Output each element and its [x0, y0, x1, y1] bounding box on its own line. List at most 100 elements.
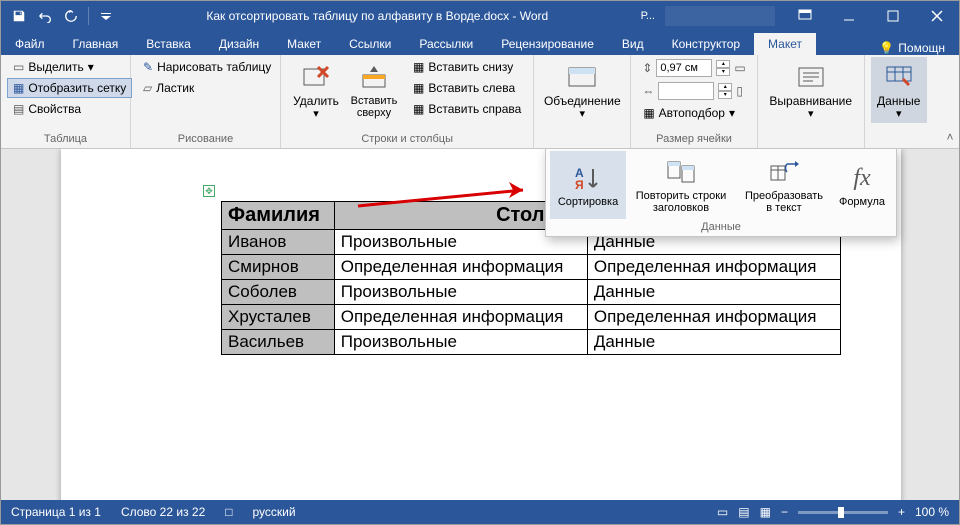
col-width-input[interactable] [658, 82, 714, 100]
qat-customize-icon[interactable] [94, 4, 118, 28]
sort-button[interactable]: АЯ Сортировка [550, 151, 626, 219]
status-spellcheck-icon[interactable]: □ [225, 505, 232, 519]
sort-icon: АЯ [572, 162, 604, 194]
tab-review[interactable]: Рецензирование [487, 33, 608, 55]
status-page[interactable]: Страница 1 из 1 [11, 505, 101, 519]
repeat-rows-icon [665, 156, 697, 188]
distribute-rows-icon[interactable]: ▭ [734, 61, 745, 75]
draw-table-button[interactable]: ✎Нарисовать таблицу [137, 57, 277, 77]
align-icon [795, 61, 827, 93]
status-language[interactable]: русский [253, 505, 296, 519]
table-cell[interactable]: Определенная информация [334, 305, 587, 330]
table-cell[interactable]: Определенная информация [334, 255, 587, 280]
tab-insert[interactable]: Вставка [132, 33, 205, 55]
view-gridlines-button[interactable]: ▦Отобразить сетку [7, 78, 132, 98]
repeat-header-rows-button[interactable]: Повторить строки заголовков [626, 151, 736, 219]
svg-text:Я: Я [575, 178, 584, 191]
group-rows-cols: Строки и столбцы [287, 131, 527, 148]
data-dropdown: АЯ Сортировка Повторить строки заголовко… [545, 149, 897, 237]
table-cell[interactable]: Произвольные [334, 280, 587, 305]
table-cell[interactable]: Определенная информация [587, 255, 840, 280]
group-align [764, 143, 858, 148]
tab-references[interactable]: Ссылки [335, 33, 405, 55]
user-account[interactable] [665, 6, 775, 26]
ribbon-options-icon[interactable] [783, 1, 827, 31]
insert-below-button[interactable]: ▦Вставить снизу [407, 57, 527, 77]
close-icon[interactable] [915, 1, 959, 31]
tab-design[interactable]: Дизайн [205, 33, 273, 55]
height-icon: ⇕ [642, 61, 652, 75]
view-web-icon[interactable]: ▦ [760, 505, 771, 519]
document-title: Как отсортировать таблицу по алфавиту в … [124, 9, 631, 23]
table-cell[interactable]: Смирнов [222, 255, 335, 280]
formula-icon: fx [846, 162, 878, 194]
table-move-handle[interactable]: ✥ [203, 185, 215, 197]
lightbulb-icon: 💡 [879, 41, 894, 55]
table-cell[interactable]: Васильев [222, 330, 335, 355]
redo-icon[interactable] [59, 4, 83, 28]
tab-home[interactable]: Главная [59, 33, 133, 55]
insert-right-button[interactable]: ▦Вставить справа [407, 99, 527, 119]
insert-above-button[interactable]: Вставить сверху [345, 57, 403, 123]
delete-button[interactable]: Удалить▾ [287, 57, 345, 123]
table-cell[interactable]: Данные [587, 330, 840, 355]
spin-up[interactable]: ▴ [716, 60, 730, 68]
width-icon: ⇔ [642, 84, 654, 98]
zoom-level[interactable]: 100 % [915, 505, 949, 519]
table-cell[interactable]: Иванов [222, 230, 335, 255]
tab-file[interactable]: Файл [1, 33, 59, 55]
cursor-icon: ▭ [13, 60, 24, 74]
table-cell[interactable]: Соболев [222, 280, 335, 305]
group-draw: Рисование [137, 131, 274, 148]
table-header[interactable]: Фамилия [222, 202, 335, 230]
ribbon-display-options[interactable]: Р... [631, 10, 665, 22]
table-cell[interactable]: Определенная информация [587, 305, 840, 330]
minimize-icon[interactable] [827, 1, 871, 31]
view-print-icon[interactable]: ▤ [738, 505, 749, 519]
convert-to-text-button[interactable]: Преобразовать в текст [736, 151, 832, 219]
distribute-cols-icon[interactable]: ▯ [736, 84, 743, 98]
alignment-button[interactable]: Выравнивание▾ [764, 57, 858, 123]
tab-view[interactable]: Вид [608, 33, 658, 55]
group-table: Таблица [7, 131, 124, 148]
data-button[interactable]: Данные▾ [871, 57, 927, 123]
table-cell[interactable]: Данные [587, 280, 840, 305]
tab-layout[interactable]: Макет [273, 33, 335, 55]
insert-left-button[interactable]: ▦Вставить слева [407, 78, 527, 98]
tab-table-layout[interactable]: Макет [754, 33, 816, 55]
data-icon [883, 61, 915, 93]
eraser-button[interactable]: ▱Ластик [137, 78, 277, 98]
select-button[interactable]: ▭Выделить▾ [7, 57, 132, 77]
group-cell-size: Размер ячейки [637, 131, 750, 148]
properties-button[interactable]: ▤Свойства [7, 99, 132, 119]
maximize-icon[interactable] [871, 1, 915, 31]
group-data [871, 143, 927, 148]
tell-me[interactable]: 💡Помощн [865, 41, 959, 55]
zoom-in-icon[interactable]: + [898, 505, 905, 519]
tab-mailings[interactable]: Рассылки [405, 33, 487, 55]
spin-down[interactable]: ▾ [716, 68, 730, 76]
undo-icon[interactable] [33, 4, 57, 28]
table-cell[interactable]: Хрусталев [222, 305, 335, 330]
tab-table-constructor[interactable]: Конструктор [658, 33, 754, 55]
spin-down[interactable]: ▾ [718, 91, 732, 99]
row-height-input[interactable] [656, 59, 712, 77]
autofit-icon: ▦ [643, 106, 654, 120]
status-words[interactable]: Слово 22 из 22 [121, 505, 205, 519]
autofit-button[interactable]: ▦Автоподбор▾ [637, 103, 750, 123]
save-icon[interactable] [7, 4, 31, 28]
insert-above-icon [358, 61, 390, 93]
insert-below-icon: ▦ [413, 60, 424, 74]
col-width[interactable]: ⇔ ▴▾ ▯ [637, 80, 750, 102]
zoom-out-icon[interactable]: − [781, 505, 788, 519]
row-height[interactable]: ⇕ ▴▾ ▭ [637, 57, 750, 79]
zoom-slider[interactable] [798, 511, 888, 514]
insert-left-icon: ▦ [413, 81, 424, 95]
formula-button[interactable]: fx Формула [832, 151, 892, 219]
collapse-ribbon-icon[interactable]: ˄ [941, 55, 959, 148]
view-readmode-icon[interactable]: ▭ [717, 505, 728, 519]
insert-right-icon: ▦ [413, 102, 424, 116]
spin-up[interactable]: ▴ [718, 83, 732, 91]
merge-button[interactable]: Объединение▾ [540, 57, 624, 123]
table-cell[interactable]: Произвольные [334, 330, 587, 355]
